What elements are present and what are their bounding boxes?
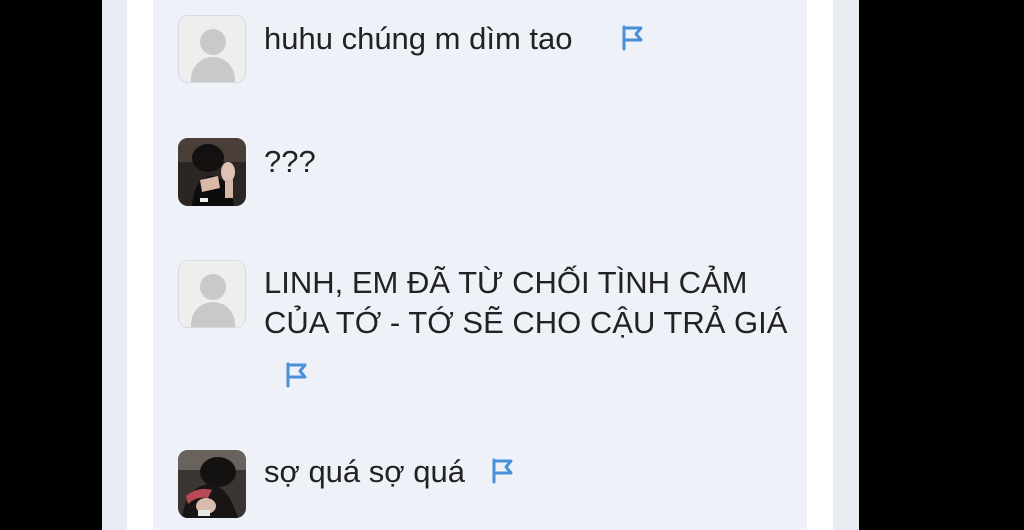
comment-text: sợ quá sợ quá — [264, 454, 465, 489]
comment-text: LINH, EM ĐÃ TỪ CHỐI TÌNH CẢM CỦA TỚ - TỚ… — [264, 265, 788, 340]
avatar[interactable] — [178, 15, 246, 83]
flag-icon[interactable] — [620, 25, 646, 51]
avatar[interactable] — [178, 138, 246, 206]
avatar[interactable] — [178, 450, 246, 518]
avatar[interactable] — [178, 260, 246, 328]
screen: huhu chúng m dìm tao ??? LINH, EM ĐÃ TỪ … — [0, 0, 1024, 530]
flag-icon[interactable] — [490, 458, 516, 484]
user-silhouette-icon — [200, 274, 226, 300]
user-photo — [178, 138, 246, 206]
user-photo — [178, 450, 246, 518]
comment-text: ??? — [264, 144, 316, 179]
flag-icon[interactable] — [284, 362, 310, 388]
comment-text: huhu chúng m dìm tao — [264, 21, 573, 56]
user-silhouette-icon — [200, 29, 226, 55]
